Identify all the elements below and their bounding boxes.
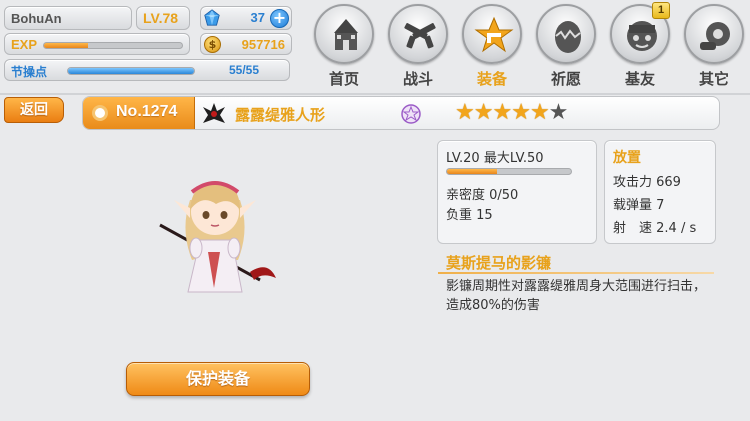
gem-icon: [204, 9, 220, 26]
nav-label: 装备: [476, 70, 507, 88]
egg-icon: [555, 21, 581, 53]
nav-label: 基友: [624, 70, 655, 88]
exp-bar: EXP: [4, 33, 190, 55]
star-filled-icon: ★: [529, 100, 550, 125]
gear-hand-icon: [700, 22, 730, 50]
level-text: LV.20 最大LV.50: [446, 151, 544, 166]
nav-friends[interactable]: 1 基友: [608, 2, 672, 92]
skill-description: 影镰周期性对露露缇雅周身大范围进行扫击，造成80%的伤害: [446, 279, 707, 313]
gold-coin-icon: $: [204, 36, 221, 53]
rarity-stars: ★★★★★★: [455, 100, 569, 126]
stamina-fill: [68, 68, 194, 74]
nav-home[interactable]: 首页: [312, 2, 376, 92]
star-filled-icon: ★: [492, 100, 512, 125]
star-filled-icon: ★: [473, 100, 494, 125]
friend-notification-badge: 1: [652, 2, 670, 19]
stamina-label: 节操点: [11, 65, 48, 79]
nav-wish[interactable]: 祈愿: [534, 2, 598, 92]
player-level: LV.78: [136, 6, 190, 30]
stamina-bar: 节操点 55/55: [4, 59, 290, 81]
gold-value: 957716: [241, 37, 285, 52]
stamina-track: [67, 67, 195, 75]
level-progress-fill: [447, 169, 497, 174]
weight-text: 负重 15: [446, 208, 493, 223]
gem-counter: 37 +: [200, 6, 292, 30]
fire-rate-stat: 射 速 2.4 / s: [613, 221, 697, 236]
back-button[interactable]: 返回: [4, 97, 64, 123]
nav-label: 其它: [698, 70, 729, 88]
skill-title: 莫斯提马的影镰: [446, 254, 552, 272]
nav-other[interactable]: 其它: [682, 2, 746, 92]
player-name: BohuAn: [4, 6, 132, 30]
header-divider: [0, 93, 750, 95]
attack-stat: 攻击力 669: [613, 175, 681, 190]
level-progress-track: [446, 168, 572, 175]
stamina-value: 55/55: [228, 63, 259, 77]
level-panel: LV.20 最大LV.50 亲密度 0/50 负重 15: [437, 140, 597, 244]
castle-icon: [334, 19, 358, 50]
gold-counter: $ 957716: [200, 33, 292, 55]
star-empty-icon: ★: [548, 100, 569, 125]
ammo-stat: 载弹量 7: [613, 198, 665, 213]
character-number-tag: No.1274: [83, 97, 195, 129]
deploy-type: 放置: [613, 150, 641, 166]
crossed-guns-icon: [404, 23, 436, 49]
affection-text: 亲密度 0/50: [446, 188, 519, 203]
character-number: No.1274: [116, 103, 178, 120]
attribute-panel: 放置 攻击力 669 载弹量 7 射 速 2.4 / s: [604, 140, 716, 244]
star-gun-icon: [474, 16, 514, 53]
star-filled-icon: ★: [511, 100, 531, 125]
exp-track: [43, 42, 183, 49]
nav-label: 祈愿: [550, 70, 581, 88]
nav-label: 战斗: [402, 70, 433, 88]
nav-label: 首页: [328, 70, 359, 88]
exp-label: EXP: [11, 37, 38, 52]
add-gems-button[interactable]: +: [270, 9, 289, 28]
number-dot-icon: [92, 105, 108, 121]
faction-emblem-icon: [203, 103, 225, 123]
nav-equipment[interactable]: 装备: [460, 2, 524, 92]
skill-divider: [438, 272, 714, 274]
protect-equipment-button[interactable]: 保护装备: [126, 362, 310, 396]
nav-battle[interactable]: 战斗: [386, 2, 450, 92]
character-sprite: [159, 181, 276, 293]
main-nav: 首页 战斗 装备 祈愿 1 基友 其它: [312, 2, 750, 92]
character-info-bar: No.1274 露露缇雅人形 ★★★★★★: [82, 96, 720, 130]
friend-face-icon: [627, 21, 657, 51]
star-filled-icon: ★: [455, 100, 475, 125]
rank-pentagram-icon: [401, 104, 421, 124]
gem-value: 37: [250, 10, 265, 25]
exp-fill: [44, 43, 89, 48]
character-name: 露露缇雅人形: [235, 106, 326, 124]
